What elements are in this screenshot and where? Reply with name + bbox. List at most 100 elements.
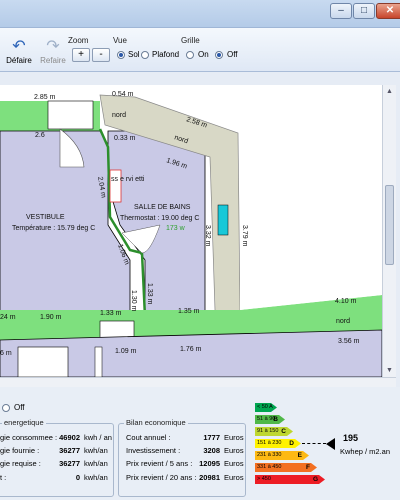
energy-class-bar: 51 à 90 B [255, 415, 285, 424]
redo-button[interactable]: ↷ Refaire [36, 38, 70, 65]
energy-row-label: t : [0, 473, 7, 482]
off-label: Off [14, 403, 25, 412]
pillar [94, 346, 103, 377]
outside-area [240, 133, 382, 310]
corridor-label: nord [112, 112, 126, 119]
grid-on-label: On [198, 50, 209, 59]
dim-label: 2.6 [35, 132, 45, 139]
energy-row-unit: kwh/an [84, 459, 108, 468]
economic-row-unit: Euros [224, 459, 244, 468]
economic-row-value: 20981 [199, 473, 220, 482]
energy-class-bar: < 50 A [255, 403, 277, 412]
dim-label: 1.35 m [178, 308, 200, 315]
dim-label: 1.33 m [146, 283, 153, 305]
view-plafond-label: Plafond [152, 50, 180, 59]
energy-class-bar: 331 à 450 F [255, 463, 317, 472]
energy-score-value: 195 [343, 433, 359, 443]
redo-icon: ↷ [46, 38, 60, 55]
close-button[interactable]: ✕ [376, 3, 400, 19]
radiator-label: ss e rvi etti [111, 176, 145, 183]
dim-label: 24 m [0, 314, 16, 321]
maximize-button[interactable]: □ [353, 3, 375, 19]
undo-icon: ↶ [12, 38, 26, 55]
grid-group-label: Grille [181, 36, 200, 45]
energy-class-bar: 231 à 330 E [255, 451, 309, 460]
energy-row-unit: kwh / an [84, 433, 112, 442]
dim-label: 4.10 m [335, 298, 357, 305]
application-window: – □ ✕ ↶ Défaire ↷ Refaire Zoom + - Vue S… [0, 0, 400, 500]
radiator [109, 169, 122, 203]
economic-row-value: 1777 [203, 433, 220, 442]
energy-row-unit: kwh/an [84, 473, 108, 482]
zoom-out-button[interactable]: - [92, 48, 110, 62]
view-group-label: Vue [113, 36, 127, 45]
class-pointer-arrow-icon [326, 438, 335, 450]
undo-button[interactable]: ↶ Défaire [4, 38, 34, 65]
energy-row-label: gie requise : [0, 459, 41, 468]
minimize-icon: – [338, 5, 344, 16]
scroll-thumb[interactable] [385, 185, 394, 265]
economic-group-title: Bilan economique [124, 418, 188, 427]
window [217, 204, 229, 236]
dim-label: 3.56 m [338, 338, 360, 345]
energy-row-value: 46902 [59, 433, 80, 442]
dim-label: 0.54 m [112, 91, 134, 98]
title-bar: – □ ✕ [0, 0, 400, 28]
dim-label: 0.33 m [114, 135, 136, 142]
vertical-scrollbar[interactable]: ▲ ▼ [382, 85, 396, 377]
economic-row-label: Investissement : [126, 446, 181, 455]
grid-on-radio[interactable] [186, 51, 194, 59]
economic-row-unit: Euros [224, 473, 244, 482]
floor-plan: 2.85 m 0.54 m 2.58 m 2.6 0.33 m 1.96 m 2… [0, 91, 382, 377]
grid-off-radio[interactable] [215, 51, 223, 59]
energy-row-unit: kwh/an [84, 446, 108, 455]
maximize-icon: □ [360, 5, 368, 16]
zoom-group-label: Zoom [68, 36, 89, 45]
door-opening [47, 100, 94, 130]
view-sol-radio[interactable] [117, 51, 125, 59]
room-temperature-vestibule: Température : 15.79 deg C [12, 225, 95, 232]
view-plafond-radio[interactable] [141, 51, 149, 59]
economic-row-label: Cout annuel : [126, 433, 171, 442]
minimize-button[interactable]: – [330, 3, 352, 19]
off-radio[interactable] [2, 404, 10, 412]
dim-label: 1.76 m [180, 346, 202, 353]
close-icon: ✕ [385, 5, 395, 16]
zoom-in-button[interactable]: + [72, 48, 90, 62]
dim-label: 3.79 m [241, 225, 248, 247]
economic-row-unit: Euros [224, 433, 244, 442]
energy-score-unit: Kwhep / m2.an [340, 447, 391, 456]
results-panel: Off energetique gie consommee : 46902 kw… [0, 387, 400, 500]
corridor-label: nord [336, 318, 350, 325]
economic-row-unit: Euros [224, 446, 244, 455]
horizontal-scrollbar[interactable] [0, 377, 396, 387]
dim-label: 2.85 m [34, 94, 56, 101]
energy-row-label: gie fournie : [0, 446, 40, 455]
radiator-power-label: 173 w [166, 225, 186, 232]
energy-class-bar: 91 à 150 C [255, 427, 293, 436]
room-name-vestibule: VESTIBULE [26, 214, 65, 221]
floor-plan-canvas[interactable]: 2.85 m 0.54 m 2.58 m 2.6 0.33 m 1.96 m 2… [0, 85, 382, 377]
class-pointer-line [302, 443, 326, 444]
energy-row-value: 36277 [59, 446, 80, 455]
grid-off-label: Off [227, 50, 238, 59]
undo-label: Défaire [6, 56, 32, 65]
scroll-up-icon[interactable]: ▲ [383, 85, 396, 98]
redo-label: Refaire [40, 56, 66, 65]
dim-label: 1.90 m [40, 314, 62, 321]
energy-row-value: 0 [75, 473, 80, 482]
dim-label: 1.09 m [115, 348, 137, 355]
energy-row-value: 36277 [59, 459, 80, 468]
dim-label: 3.32 m [204, 225, 211, 247]
opening-south-2 [17, 346, 69, 377]
economic-row-value: 3208 [203, 446, 220, 455]
view-sol-label: Sol [128, 50, 140, 59]
economic-row-label: Prix revient / 5 ans : [126, 459, 193, 468]
scroll-down-icon[interactable]: ▼ [383, 364, 396, 377]
dim-label: 6 m [0, 350, 12, 357]
dim-label: 1.30 m [130, 290, 137, 312]
room-thermostat-bathroom: Thermostat : 19.00 deg C [120, 215, 199, 222]
dim-label: 1.33 m [100, 310, 122, 317]
energy-class-bar: > 450 G [255, 475, 325, 484]
room-name-bathroom: SALLE DE BAINS [134, 204, 191, 211]
